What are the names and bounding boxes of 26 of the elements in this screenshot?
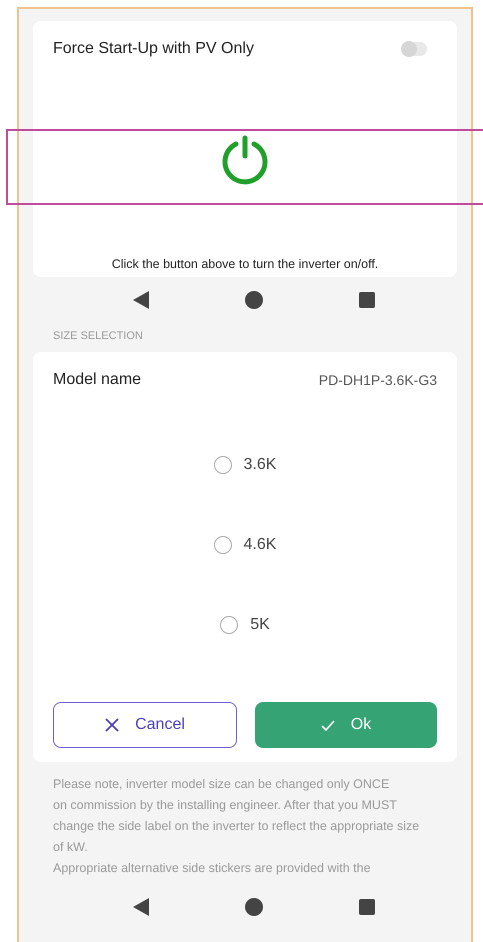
recents-icon[interactable]	[359, 899, 375, 915]
cancel-button[interactable]: Cancel	[53, 702, 237, 748]
close-icon	[105, 718, 120, 732]
size-option[interactable]: 4.6K	[214, 536, 276, 554]
note-line: of kW.	[53, 839, 89, 856]
back-icon[interactable]	[133, 898, 149, 916]
size-option[interactable]: 5K	[220, 616, 270, 634]
back-icon[interactable]	[133, 291, 149, 309]
note-line: on commission by the installing engineer. After that you MUST	[53, 797, 398, 814]
setting-label: Force Start-Up with PV Only	[53, 40, 254, 58]
radio-button[interactable]	[214, 456, 232, 474]
note-line: change the side label on the inverter to reflect the appropriate size	[53, 818, 420, 835]
toggle-switch[interactable]	[403, 42, 427, 56]
radio-button[interactable]	[214, 536, 232, 554]
model-value: PD-DH1P-3.6K-G3	[318, 372, 437, 388]
home-icon[interactable]	[245, 898, 263, 916]
radio-button[interactable]	[220, 616, 238, 634]
home-icon[interactable]	[245, 291, 263, 309]
section-heading: SIZE SELECTION	[52, 329, 144, 344]
model-label: Model name	[53, 371, 142, 389]
size-option[interactable]: 3.6K	[214, 456, 276, 474]
check-icon	[320, 720, 335, 730]
note-line: Please note, inverter model size can be changed only ONCE	[53, 776, 390, 793]
note-line: Appropriate alternative side stickers are provided with the	[53, 860, 372, 877]
recents-icon[interactable]	[359, 292, 375, 308]
instruction-text: Click the button above to turn the inverter on/off.	[110, 256, 380, 273]
